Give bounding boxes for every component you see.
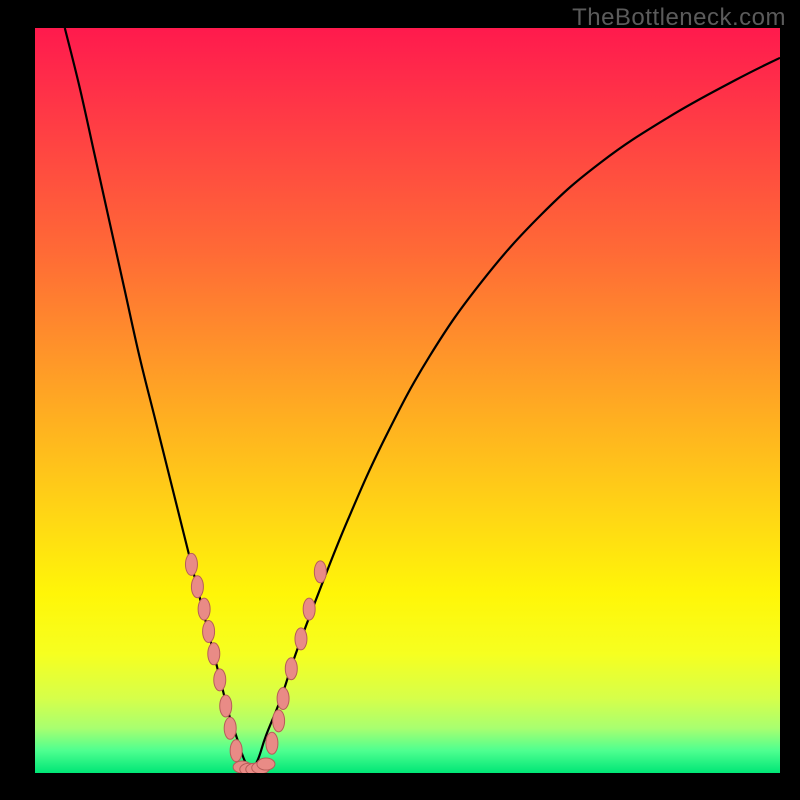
marker-left — [220, 695, 232, 717]
markers-group — [185, 553, 326, 773]
curve-layer — [35, 28, 780, 773]
marker-right — [295, 628, 307, 650]
marker-left — [214, 669, 226, 691]
marker-right — [273, 710, 285, 732]
marker-left — [230, 740, 242, 762]
marker-valley — [257, 758, 275, 770]
left-curve — [65, 28, 251, 773]
marker-left — [224, 717, 236, 739]
marker-left — [185, 553, 197, 575]
chart-stage: TheBottleneck.com — [0, 0, 800, 800]
marker-right — [266, 732, 278, 754]
right-curve — [251, 58, 780, 773]
marker-right — [285, 658, 297, 680]
marker-right — [314, 561, 326, 583]
marker-right — [303, 598, 315, 620]
marker-left — [208, 643, 220, 665]
marker-left — [191, 576, 203, 598]
marker-left — [198, 598, 210, 620]
marker-right — [277, 688, 289, 710]
plot-area — [35, 28, 780, 773]
marker-left — [203, 620, 215, 642]
